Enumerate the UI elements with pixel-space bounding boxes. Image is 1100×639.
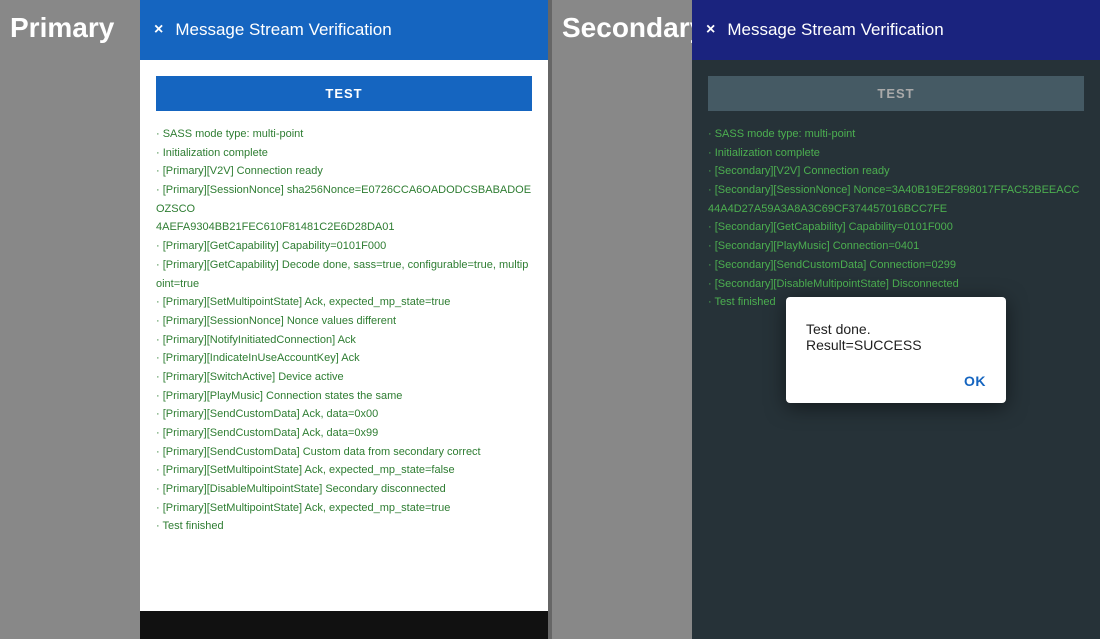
primary-close-button[interactable]: × <box>154 22 163 38</box>
secondary-dialog-body: TEST · SASS mode type: multi-point · Ini… <box>692 60 1100 639</box>
primary-panel: Primary × Message Stream Verification TE… <box>0 0 548 639</box>
success-message: Test done. Result=SUCCESS <box>806 321 986 353</box>
primary-test-button[interactable]: TEST <box>156 76 532 111</box>
secondary-dialog-header: × Message Stream Verification <box>692 0 1100 60</box>
primary-label: Primary <box>0 0 140 639</box>
primary-dialog-body: TEST · SASS mode type: multi-point · Ini… <box>140 60 548 611</box>
secondary-dialog-area: × Message Stream Verification TEST · SAS… <box>692 0 1100 639</box>
secondary-log-text: · SASS mode type: multi-point · Initiali… <box>708 125 1084 312</box>
secondary-label: Secondary <box>552 0 692 639</box>
secondary-test-button[interactable]: TEST <box>708 76 1084 111</box>
primary-dialog-header: × Message Stream Verification <box>140 0 548 60</box>
secondary-dialog-title: Message Stream Verification <box>727 20 943 40</box>
secondary-panel: Secondary × Message Stream Verification … <box>552 0 1100 639</box>
secondary-close-button[interactable]: × <box>706 22 715 38</box>
primary-dialog-area: × Message Stream Verification TEST · SAS… <box>140 0 548 639</box>
ok-button[interactable]: OK <box>964 373 986 389</box>
ok-btn-container: OK <box>806 373 986 389</box>
primary-bottom-bar <box>140 611 548 639</box>
success-dialog: Test done. Result=SUCCESS OK <box>786 297 1006 403</box>
primary-dialog-title: Message Stream Verification <box>175 20 391 40</box>
primary-log-text: · SASS mode type: multi-point · Initiali… <box>156 125 532 536</box>
